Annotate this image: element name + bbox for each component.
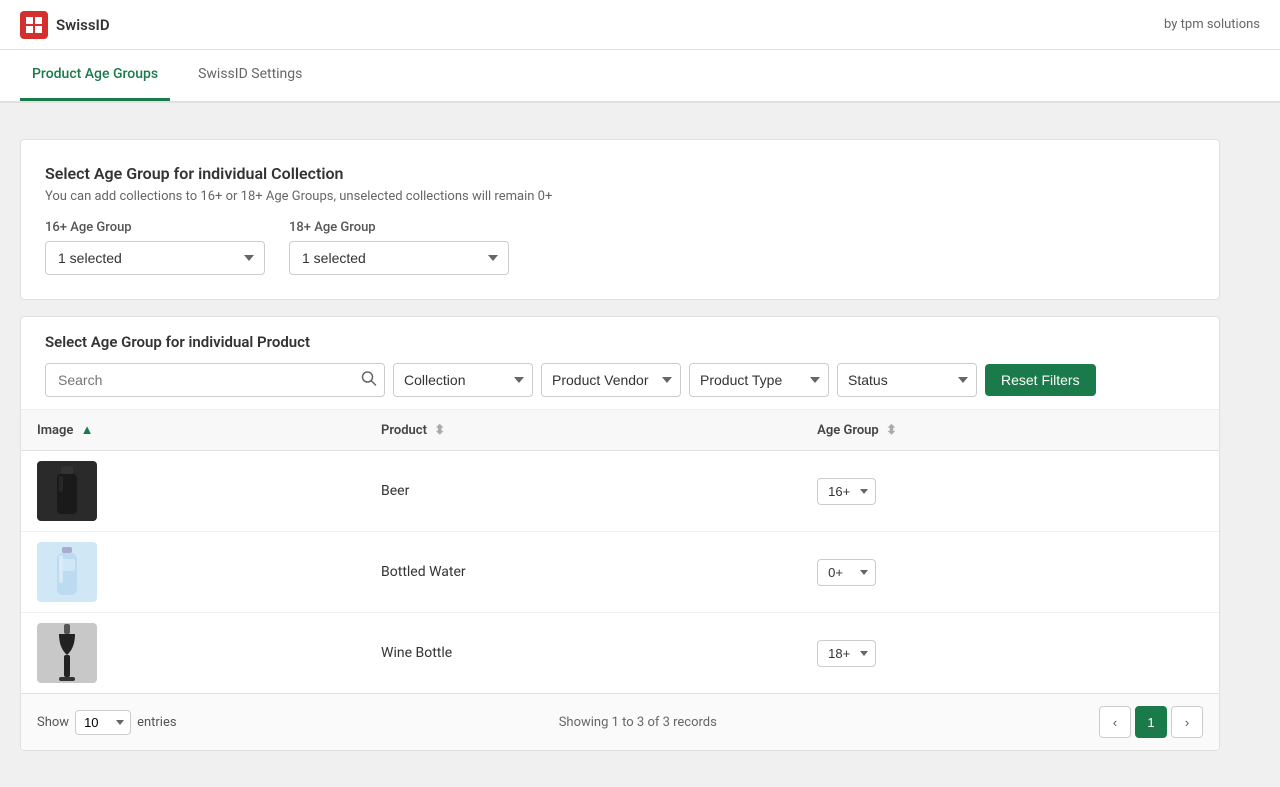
age-group-inline-select[interactable]: 0+16+18+: [817, 559, 876, 586]
table-footer: Show 10 25 50 100 entries Showing 1 to 3…: [21, 693, 1219, 750]
image-sort-icon: ▲: [81, 423, 94, 438]
table-row: Wine Bottle 0+16+18+: [21, 613, 1219, 694]
cell-age-group: 0+16+18+: [801, 451, 1219, 532]
entries-label: entries: [137, 715, 177, 730]
cell-product: Beer: [365, 451, 801, 532]
search-input[interactable]: [45, 363, 385, 397]
age-group-select-18[interactable]: 1 selected: [289, 241, 509, 275]
status-filter[interactable]: Status: [837, 363, 977, 397]
age-group-label-18: 18+ Age Group: [289, 220, 509, 235]
product-image: [37, 461, 97, 521]
pagination: ‹ 1 ›: [1099, 706, 1203, 738]
prev-page-button[interactable]: ‹: [1099, 706, 1131, 738]
age-group-row: 16+ Age Group 1 selected 18+ Age Group 1…: [45, 220, 1195, 275]
cell-age-group: 0+16+18+: [801, 532, 1219, 613]
cell-image: [21, 451, 365, 532]
tab-bar: Product Age Groups SwissID Settings: [0, 50, 1280, 102]
app-name: SwissID: [56, 16, 110, 34]
product-image: [37, 623, 97, 683]
table-row: Bottled Water 0+16+18+: [21, 532, 1219, 613]
product-sort-icon: ⬍: [434, 423, 445, 438]
tab-product-age-groups[interactable]: Product Age Groups: [20, 50, 170, 101]
cell-product: Bottled Water: [365, 532, 801, 613]
product-image: [37, 542, 97, 602]
header-tagline: by tpm solutions: [1164, 17, 1260, 32]
product-section-header: Select Age Group for individual Product …: [21, 317, 1219, 410]
age-group-sort-icon: ⬍: [886, 423, 897, 438]
age-group-label-16: 16+ Age Group: [45, 220, 265, 235]
col-header-image[interactable]: Image ▲: [21, 410, 365, 451]
app-header: SwissID by tpm solutions: [0, 0, 1280, 50]
product-type-filter[interactable]: Product Type: [689, 363, 829, 397]
collection-section-title: Select Age Group for individual Collecti…: [45, 164, 1195, 183]
product-section-title: Select Age Group for individual Product: [45, 333, 1195, 351]
collection-filter[interactable]: Collection: [393, 363, 533, 397]
page-1-button[interactable]: 1: [1135, 706, 1167, 738]
main-content: Select Age Group for individual Collecti…: [0, 103, 1240, 787]
tab-swissid-settings[interactable]: SwissID Settings: [186, 50, 314, 101]
age-group-field-18: 18+ Age Group 1 selected: [289, 220, 509, 275]
age-group-inline-select[interactable]: 0+16+18+: [817, 478, 876, 505]
product-table-wrapper: Image ▲ Product ⬍ Age Group ⬍: [21, 410, 1219, 693]
cell-product: Wine Bottle: [365, 613, 801, 694]
search-button[interactable]: [361, 371, 377, 390]
show-label: Show: [37, 715, 69, 730]
table-header-row: Image ▲ Product ⬍ Age Group ⬍: [21, 410, 1219, 451]
table-row: Beer 0+16+18+: [21, 451, 1219, 532]
cell-image: [21, 613, 365, 694]
product-age-group-card: Select Age Group for individual Product …: [20, 316, 1220, 751]
col-header-product[interactable]: Product ⬍: [365, 410, 801, 451]
logo: SwissID: [20, 11, 110, 39]
logo-icon: [20, 11, 48, 39]
records-info: Showing 1 to 3 of 3 records: [559, 715, 717, 730]
filters-row: Collection Product Vendor Product Type S…: [45, 363, 1195, 397]
collection-section-description: You can add collections to 16+ or 18+ Ag…: [45, 189, 1195, 204]
next-page-button[interactable]: ›: [1171, 706, 1203, 738]
product-table: Image ▲ Product ⬍ Age Group ⬍: [21, 410, 1219, 693]
age-group-field-16: 16+ Age Group 1 selected: [45, 220, 265, 275]
entries-select[interactable]: 10 25 50 100: [75, 710, 131, 735]
product-vendor-filter[interactable]: Product Vendor: [541, 363, 681, 397]
collection-age-group-card: Select Age Group for individual Collecti…: [20, 139, 1220, 300]
age-group-select-16[interactable]: 1 selected: [45, 241, 265, 275]
age-group-inline-select[interactable]: 0+16+18+: [817, 640, 876, 667]
search-wrapper: [45, 363, 385, 397]
col-header-age-group[interactable]: Age Group ⬍: [801, 410, 1219, 451]
cell-image: [21, 532, 365, 613]
show-entries: Show 10 25 50 100 entries: [37, 710, 177, 735]
search-icon: [361, 371, 377, 387]
cell-age-group: 0+16+18+: [801, 613, 1219, 694]
reset-filters-button[interactable]: Reset Filters: [985, 364, 1096, 396]
